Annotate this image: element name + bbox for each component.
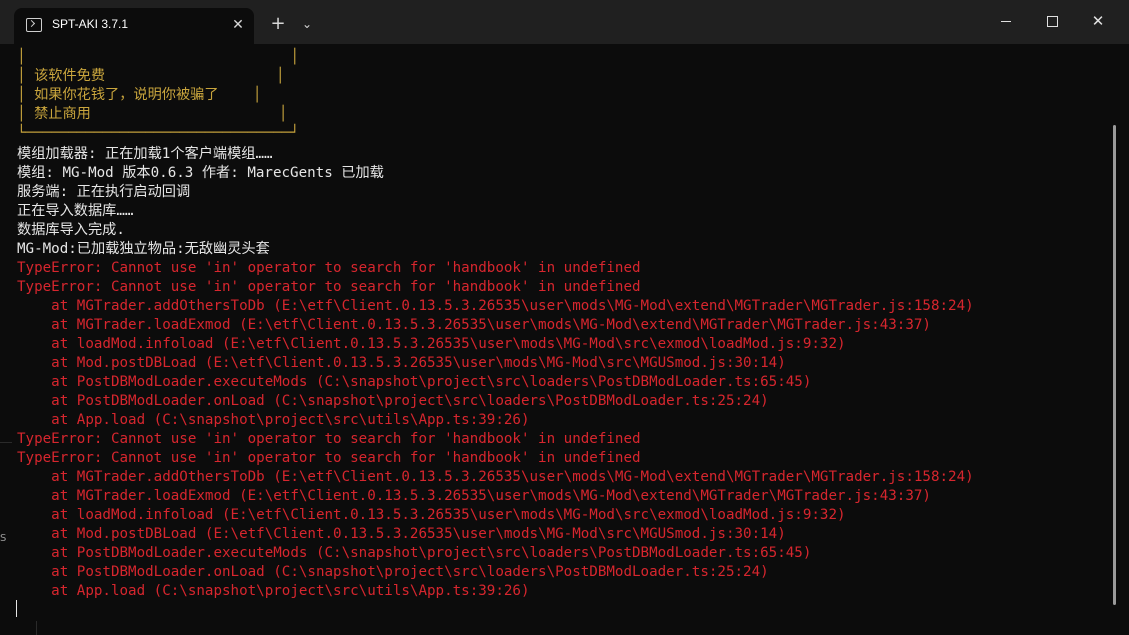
close-tab-button[interactable]: ✕ bbox=[228, 15, 248, 35]
stack-trace-line: at MGTrader.loadExmod (E:\etf\Client.0.1… bbox=[17, 488, 931, 504]
background-edge bbox=[36, 621, 37, 635]
stack-trace-line: at PostDBModLoader.onLoad (C:\snapshot\p… bbox=[17, 564, 769, 580]
stack-trace-line: at Mod.postDBLoad (E:\etf\Client.0.13.5.… bbox=[17, 355, 786, 371]
error-line: TypeError: Cannot use 'in' operator to s… bbox=[17, 450, 641, 466]
minimize-button[interactable] bbox=[983, 6, 1029, 36]
banner-line: │ 该软件免费 │ bbox=[17, 68, 285, 84]
stack-trace-line: at MGTrader.loadExmod (E:\etf\Client.0.1… bbox=[17, 317, 931, 333]
stack-trace-line: at MGTrader.addOthersToDb (E:\etf\Client… bbox=[17, 469, 974, 485]
new-tab-button[interactable]: + bbox=[264, 10, 292, 38]
terminal-output[interactable]: │ │ │ 该软件免费 │ │ 如果你花钱了，说明你被骗了 │ │ 禁止商用 │… bbox=[0, 44, 1129, 635]
background-edge bbox=[0, 442, 12, 443]
terminal-icon bbox=[26, 18, 42, 32]
info-line: 正在导入数据库…… bbox=[17, 203, 134, 219]
info-line: 模组: MG-Mod 版本0.6.3 作者: MarecGents 已加载 bbox=[17, 165, 384, 181]
error-line: TypeError: Cannot use 'in' operator to s… bbox=[17, 260, 641, 276]
tab-title: SPT-AKI 3.7.1 bbox=[52, 17, 129, 31]
vertical-scrollbar[interactable] bbox=[1113, 125, 1116, 605]
error-line: TypeError: Cannot use 'in' operator to s… bbox=[17, 279, 641, 295]
info-line: 数据库导入完成. bbox=[17, 222, 125, 238]
background-edge-text: S bbox=[0, 533, 7, 544]
info-line: 服务端: 正在执行启动回调 bbox=[17, 184, 191, 200]
info-line: MG-Mod:已加载独立物品:无敌幽灵头套 bbox=[17, 241, 270, 257]
info-line: 模组加载器: 正在加载1个客户端模组…… bbox=[17, 146, 273, 162]
stack-trace-line: at Mod.postDBLoad (E:\etf\Client.0.13.5.… bbox=[17, 526, 786, 542]
terminal-window: SPT-AKI 3.7.1 ✕ + ⌄ ✕ │ │ │ 该软件免费 │ │ 如果… bbox=[0, 0, 1129, 635]
stack-trace-line: at MGTrader.addOthersToDb (E:\etf\Client… bbox=[17, 298, 974, 314]
error-line: TypeError: Cannot use 'in' operator to s… bbox=[17, 431, 641, 447]
text-cursor bbox=[16, 600, 17, 617]
banner-line: │ 禁止商用 │ bbox=[17, 106, 288, 122]
minimize-icon bbox=[1001, 21, 1011, 22]
tab-spt-aki[interactable]: SPT-AKI 3.7.1 ✕ bbox=[14, 8, 254, 44]
stack-trace-line: at PostDBModLoader.executeMods (C:\snaps… bbox=[17, 545, 812, 561]
maximize-icon bbox=[1046, 16, 1058, 27]
stack-trace-line: at PostDBModLoader.onLoad (C:\snapshot\p… bbox=[17, 393, 769, 409]
tab-dropdown-button[interactable]: ⌄ bbox=[293, 10, 321, 38]
stack-trace-line: at loadMod.infoload (E:\etf\Client.0.13.… bbox=[17, 336, 846, 352]
banner-line: │ │ bbox=[17, 49, 299, 65]
title-bar[interactable]: SPT-AKI 3.7.1 ✕ + ⌄ ✕ bbox=[0, 0, 1129, 44]
banner-line: └───────────────────────────────┘ bbox=[17, 125, 299, 141]
stack-trace-line: at App.load (C:\snapshot\project\src\uti… bbox=[17, 583, 530, 599]
stack-trace-line: at App.load (C:\snapshot\project\src\uti… bbox=[17, 412, 530, 428]
close-window-button[interactable]: ✕ bbox=[1075, 6, 1121, 36]
stack-trace-line: at PostDBModLoader.executeMods (C:\snaps… bbox=[17, 374, 812, 390]
banner-line: │ 如果你花钱了，说明你被骗了 │ bbox=[17, 87, 262, 103]
stack-trace-line: at loadMod.infoload (E:\etf\Client.0.13.… bbox=[17, 507, 846, 523]
maximize-button[interactable] bbox=[1029, 6, 1075, 36]
